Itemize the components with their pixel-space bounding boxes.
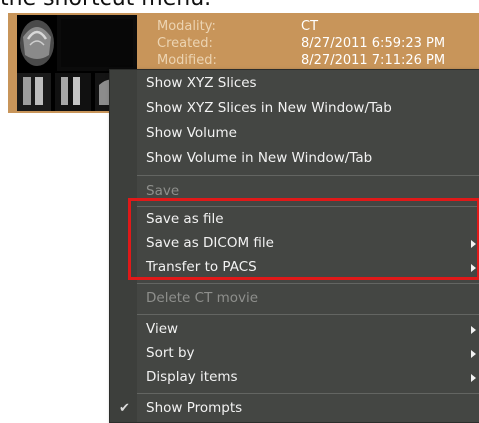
menu-item-show-volume[interactable]: Show Volume xyxy=(110,122,479,146)
submenu-arrow-icon xyxy=(471,374,476,382)
metadata-value: 8/27/2011 7:11:26 PM xyxy=(301,53,446,68)
menu-item-label: Show Prompts xyxy=(146,400,243,416)
metadata-key: Modified: xyxy=(157,53,217,68)
menu-item-label: Show XYZ Slices in New Window/Tab xyxy=(146,100,392,116)
submenu-arrow-icon xyxy=(471,350,476,358)
menu-item-delete-ct-movie: Delete CT movie xyxy=(110,287,479,311)
menu-item-label: Display items xyxy=(146,369,238,385)
menu-separator xyxy=(137,393,479,394)
menu-item-sort-by[interactable]: Sort by xyxy=(110,342,479,366)
menu-item-label: Show XYZ Slices xyxy=(146,75,257,91)
menu-separator xyxy=(137,314,479,315)
menu-item-view[interactable]: View xyxy=(110,318,479,342)
menu-item-label: Sort by xyxy=(146,345,195,361)
highlight-annotation xyxy=(128,198,479,280)
menu-item-label: Save xyxy=(146,183,180,199)
metadata-value: 8/27/2011 6:59:23 PM xyxy=(301,36,446,51)
metadata-value: CT xyxy=(301,19,319,34)
caption-text: the shortcut menu. xyxy=(0,0,211,11)
metadata-key: Modality: xyxy=(157,19,216,34)
menu-item-label: Show Volume xyxy=(146,125,237,141)
checkmark-icon: ✔ xyxy=(119,401,130,416)
menu-item-label: View xyxy=(146,321,179,337)
menu-separator xyxy=(137,283,479,284)
menu-item-label: Delete CT movie xyxy=(146,290,259,306)
menu-item-show-xyz-slices[interactable]: Show XYZ Slices xyxy=(110,72,479,96)
menu-item-display-items[interactable]: Display items xyxy=(110,366,479,390)
menu-item-show-volume-new-window[interactable]: Show Volume in New Window/Tab xyxy=(110,147,479,171)
menu-item-show-prompts[interactable]: ✔ Show Prompts xyxy=(110,397,479,421)
menu-item-label: Show Volume in New Window/Tab xyxy=(146,150,373,166)
metadata-key: Created: xyxy=(157,36,213,51)
submenu-arrow-icon xyxy=(471,326,476,334)
menu-item-show-xyz-slices-new-window[interactable]: Show XYZ Slices in New Window/Tab xyxy=(110,97,479,121)
menu-separator xyxy=(137,175,479,176)
